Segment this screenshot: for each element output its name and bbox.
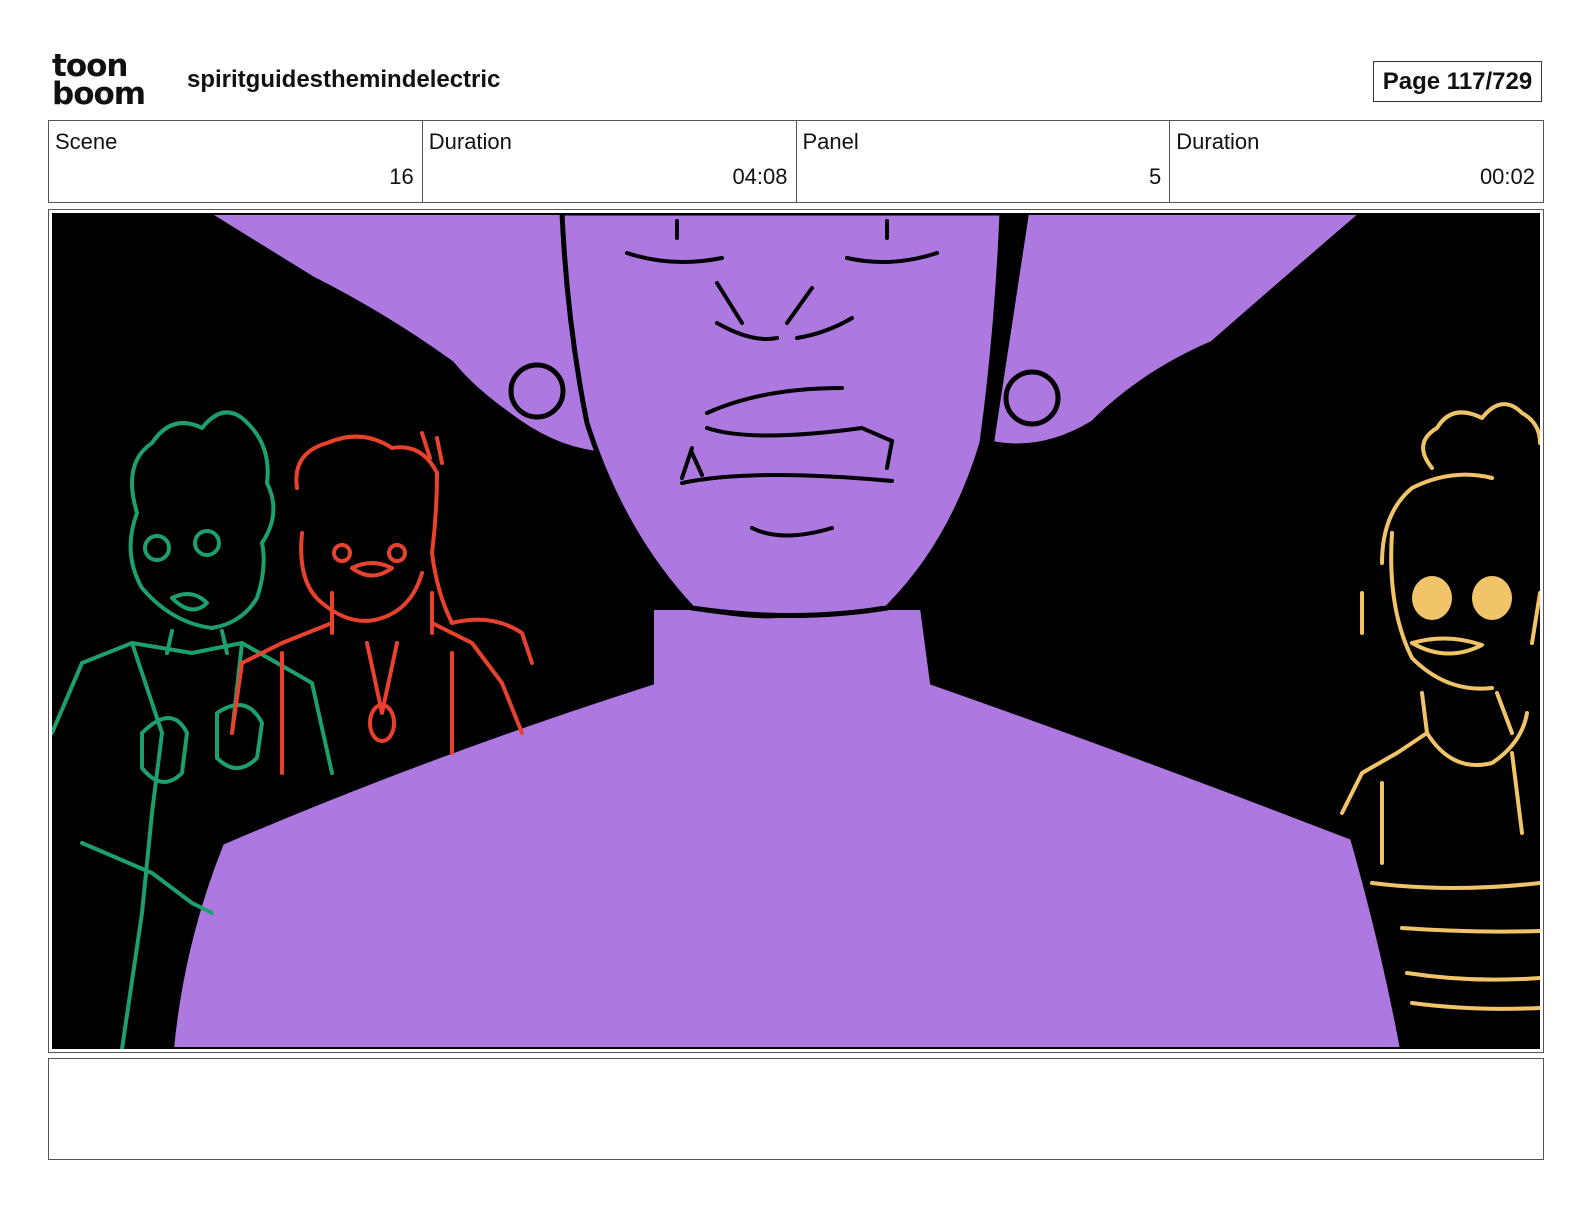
panel-label: Panel — [802, 129, 859, 154]
scene-duration-value: 04:08 — [732, 164, 788, 189]
panel-cell: Panel 5 — [797, 121, 1171, 202]
storyboard-panel-image — [52, 213, 1540, 1049]
scene-cell: Scene 16 — [49, 121, 423, 202]
panel-duration-label: Duration — [1176, 129, 1260, 154]
panel-notes-box — [48, 1058, 1544, 1160]
panel-value: 5 — [1149, 164, 1162, 189]
panel-duration-value: 00:02 — [1479, 164, 1535, 189]
yellow-character-right-eye — [1472, 576, 1512, 620]
project-title: spiritguidesthemindelectric — [187, 66, 501, 93]
logo-bottom-text: boom — [52, 76, 146, 112]
panel-duration-cell: Duration 00:02 — [1170, 121, 1543, 202]
page-number: Page 117/729 — [1373, 61, 1542, 102]
scene-duration-cell: Duration 04:08 — [423, 121, 797, 202]
scene-value: 16 — [389, 164, 414, 189]
scene-label: Scene — [55, 129, 118, 154]
yellow-character-left-eye — [1412, 576, 1452, 620]
scene-duration-label: Duration — [428, 129, 512, 154]
scene-info-table: Scene 16 Duration 04:08 Panel 5 Duration… — [48, 120, 1544, 203]
toonboom-logo: toon boom — [52, 51, 164, 112]
